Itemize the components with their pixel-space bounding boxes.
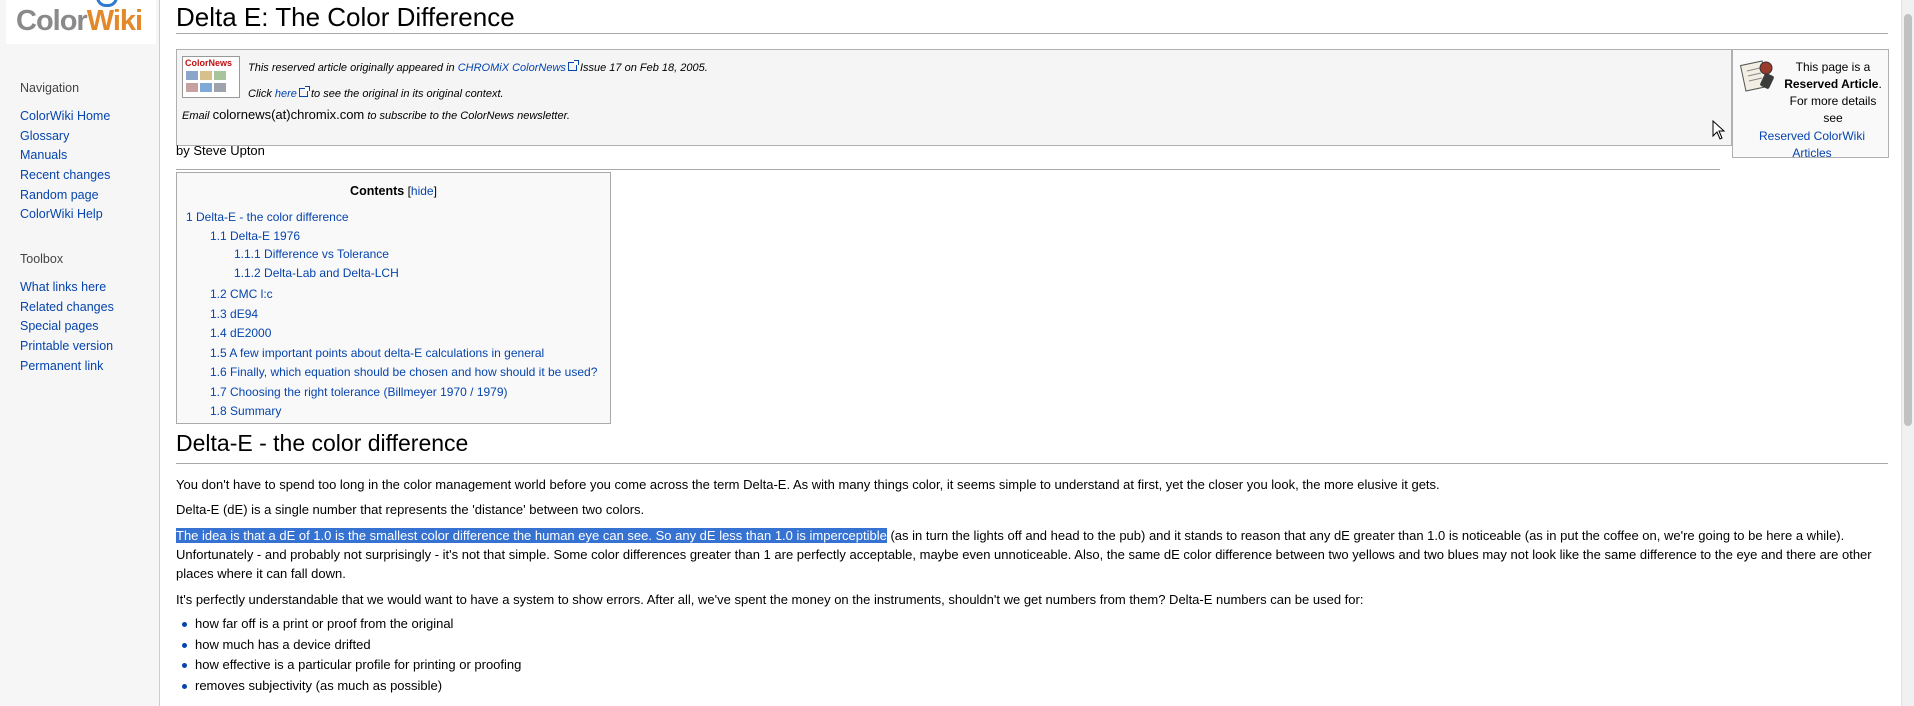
- colornews-thumbnail-label: ColorNews: [185, 58, 233, 68]
- toc-item[interactable]: 1.8 Summary: [210, 404, 281, 418]
- navigation-portlet: Navigation ColorWiki Home Glossary Manua…: [20, 81, 160, 225]
- mouse-cursor-icon: [1712, 120, 1726, 140]
- table-of-contents: Contents [hide] 1 Delta-E - the color di…: [176, 172, 611, 424]
- scrollbar-thumb[interactable]: [1904, 14, 1912, 426]
- notice-line-2: Click here to see the original in its or…: [248, 86, 504, 100]
- list-item: how effective is a particular profile fo…: [176, 655, 521, 676]
- thumbnail-graphic: [186, 71, 198, 80]
- toc-item[interactable]: 1.6 Finally, which equation should be ch…: [210, 365, 597, 379]
- navigation-list: ColorWiki Home Glossary Manuals Recent c…: [20, 107, 160, 225]
- toc-item[interactable]: 1.4 dE2000: [210, 326, 271, 340]
- paragraph: It's perfectly understandable that we wo…: [176, 592, 1364, 607]
- notice-text: Issue 17 on Feb 18, 2005.: [576, 62, 708, 74]
- toc-item[interactable]: 1.2 CMC l:c: [210, 287, 273, 301]
- notice-line-3: Email colornews(at)chromix.com to subscr…: [182, 107, 570, 122]
- toc-title: Contents [hide]: [350, 184, 437, 198]
- author-byline: by Steve Upton: [176, 143, 1720, 170]
- toc-item[interactable]: 1.3 dE94: [210, 307, 258, 321]
- toolbox-special-pages-link[interactable]: Special pages: [20, 319, 99, 333]
- toolbox-heading: Toolbox: [20, 252, 64, 266]
- reserved-article-box: This page is a Reserved Article. For mor…: [1732, 49, 1889, 160]
- reserved-notice-box: ColorNews This reserved article original…: [176, 49, 1732, 146]
- thumbnail-graphic: [214, 83, 226, 92]
- notice-text: Email: [182, 110, 213, 122]
- toc-item[interactable]: 1 Delta-E - the color difference: [186, 210, 349, 224]
- paragraph: You don't have to spend too long in the …: [176, 477, 1440, 492]
- toc-item[interactable]: 1.5 A few important points about delta-E…: [210, 346, 544, 360]
- notice-text: Click: [248, 88, 275, 100]
- section-heading: Delta-E - the color difference: [176, 430, 1888, 464]
- thumbnail-graphic: [186, 83, 198, 92]
- page-title: Delta E: The Color Difference: [176, 1, 1888, 34]
- toolbox-portlet: Toolbox What links here Related changes …: [20, 252, 160, 376]
- colornews-thumbnail[interactable]: ColorNews: [182, 56, 240, 98]
- notice-line-1: This reserved article originally appeare…: [248, 60, 708, 74]
- external-link-icon: [298, 86, 310, 97]
- nav-colorwiki-home-link[interactable]: ColorWiki Home: [20, 109, 110, 123]
- nav-recent-changes-link[interactable]: Recent changes: [20, 168, 110, 182]
- list-item: how much has a device drifted: [176, 635, 521, 656]
- paragraph: The idea is that a dE of 1.0 is the smal…: [176, 526, 1888, 583]
- toolbox-related-changes-link[interactable]: Related changes: [20, 300, 114, 314]
- original-context-link[interactable]: here: [275, 88, 297, 100]
- nav-random-page-link[interactable]: Random page: [20, 188, 99, 202]
- site-logo[interactable]: ColorWiki: [6, 0, 156, 44]
- list-item: how far off is a print or proof from the…: [176, 614, 521, 635]
- toc-item[interactable]: 1.7 Choosing the right tolerance (Billme…: [210, 385, 508, 399]
- reserved-article-icon: [1740, 60, 1774, 92]
- notice-text: to see the original in its original cont…: [307, 88, 504, 100]
- toc-item[interactable]: 1.1.2 Delta-Lab and Delta-LCH: [234, 266, 399, 280]
- paragraph: Delta-E (dE) is a single number that rep…: [176, 502, 645, 517]
- nav-manuals-link[interactable]: Manuals: [20, 148, 67, 162]
- selected-text[interactable]: The idea is that a dE of 1.0 is the smal…: [176, 528, 887, 543]
- toolbox-what-links-here-link[interactable]: What links here: [20, 280, 106, 294]
- thumbnail-graphic: [200, 83, 212, 92]
- reserved-article-text: This page is a Reserved Article. For mor…: [1784, 60, 1882, 125]
- toc-hide-toggle[interactable]: hide: [411, 184, 434, 198]
- notice-text: This reserved article originally appeare…: [248, 62, 458, 74]
- thumbnail-graphic: [200, 71, 212, 80]
- toolbox-permanent-link[interactable]: Permanent link: [20, 359, 103, 373]
- toc-item[interactable]: 1.1 Delta-E 1976: [210, 229, 300, 243]
- chromix-colornews-link[interactable]: CHROMiX ColorNews: [458, 62, 566, 74]
- nav-glossary-link[interactable]: Glossary: [20, 129, 69, 143]
- newsletter-email: colornews(at)chromix.com: [212, 107, 365, 122]
- notice-text: to subscribe to the ColorNews newsletter…: [364, 110, 570, 122]
- use-cases-list: how far off is a print or proof from the…: [176, 614, 521, 697]
- thumbnail-graphic: [214, 71, 226, 80]
- navigation-heading: Navigation: [20, 81, 80, 95]
- toc-heading: Contents: [350, 184, 405, 198]
- toolbox-list: What links here Related changes Special …: [20, 278, 160, 376]
- external-link-icon: [567, 60, 579, 71]
- list-item: removes subjectivity (as much as possibl…: [176, 676, 521, 697]
- toolbox-printable-version-link[interactable]: Printable version: [20, 339, 113, 353]
- nav-colorwiki-help-link[interactable]: ColorWiki Help: [20, 207, 103, 221]
- reserved-colorwiki-articles-link[interactable]: Reserved ColorWiki Articles: [1739, 128, 1885, 162]
- toc-item[interactable]: 1.1.1 Difference vs Tolerance: [234, 247, 389, 261]
- logo-text: ColorWiki: [16, 5, 143, 37]
